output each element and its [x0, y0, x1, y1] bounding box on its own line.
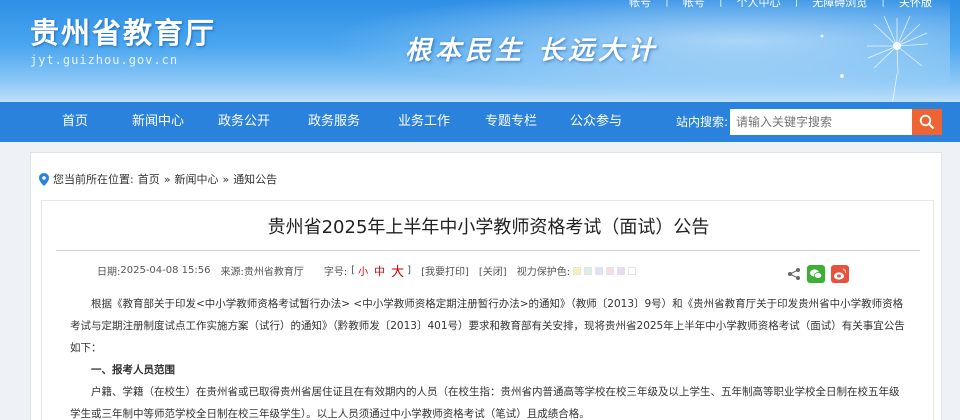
- site-header: 帐号 | 帐号 | 个人中心 | 无障碍浏览 | 关怀版 贵州省教育厅 jyt.…: [0, 0, 960, 102]
- publish-date: 2025-04-08 15:56: [120, 265, 211, 276]
- top-link-separator: |: [718, 0, 723, 7]
- article-meta: 日期: 2025-04-08 15:56 来源: 贵州省教育厅 字号: [ 小 …: [97, 261, 637, 280]
- font-large-button[interactable]: 大: [391, 261, 404, 280]
- article-body: 根据《教育部关于印发<中小学教师资格考试暂行办法> <中小学教师资格定期注册暂行…: [70, 293, 906, 420]
- site-name: 贵州省教育厅: [30, 16, 217, 50]
- main-nav: 首页 新闻中心 政务公开 政务服务 业务工作 专题专栏 公众参与 站内搜索:: [0, 102, 960, 142]
- nav-item-business[interactable]: 业务工作: [389, 102, 459, 142]
- article-paragraph: 户籍、学籍（在校生）在贵州省或已取得贵州省居住证且在有效期内的人员（在校生指：贵…: [70, 386, 900, 420]
- source-value: 贵州省教育厅: [243, 267, 304, 278]
- top-link[interactable]: 帐号: [621, 0, 659, 10]
- eye-color-swatch[interactable]: [584, 266, 593, 275]
- font-small-button[interactable]: 小: [358, 263, 368, 278]
- nav-item-gov-services[interactable]: 政务服务: [299, 102, 369, 142]
- breadcrumb-news[interactable]: 新闻中心: [174, 171, 218, 187]
- date-label: 日期:: [97, 267, 121, 278]
- article-title: 贵州省2025年上半年中小学教师资格考试（面试）公告: [267, 217, 710, 238]
- site-logo[interactable]: 贵州省教育厅 jyt.guizhou.gov.cn: [30, 10, 216, 67]
- eye-color-swatch[interactable]: [595, 266, 604, 275]
- content-panel: 您当前所在位置: 首页 » 新闻中心 » 通知公告 贵州省2025年上半年中小学…: [30, 152, 942, 420]
- search-label: 站内搜索:: [676, 115, 729, 129]
- search-input[interactable]: [730, 109, 912, 135]
- site-domain: jyt.guizhou.gov.cn: [30, 53, 179, 67]
- top-link[interactable]: 帐号: [675, 0, 713, 10]
- breadcrumb: 您当前所在位置: 首页 » 新闻中心 » 通知公告: [39, 171, 277, 187]
- location-pin-icon: [39, 172, 49, 186]
- eye-color-swatch[interactable]: [628, 266, 637, 275]
- bracket: [: [351, 265, 356, 276]
- eye-color-swatch[interactable]: [606, 266, 615, 275]
- top-link-separator: |: [665, 0, 669, 7]
- share-bar: [787, 265, 849, 283]
- source-label: 来源:: [220, 267, 244, 278]
- nav-item-home[interactable]: 首页: [50, 102, 100, 142]
- close-button[interactable]: [关闭]: [479, 263, 507, 278]
- top-link-separator: |: [794, 0, 799, 7]
- top-link[interactable]: 个人中心: [729, 0, 789, 10]
- dandelion-decoration: [820, 15, 929, 102]
- nav-item-public[interactable]: 公众参与: [561, 102, 631, 142]
- font-size-label: 字号:: [323, 267, 348, 278]
- title-divider: [56, 250, 920, 251]
- nav-item-topics[interactable]: 专题专栏: [476, 102, 546, 142]
- breadcrumb-home[interactable]: 首页: [138, 171, 160, 187]
- eye-protection-label: 视力保护色:: [516, 267, 571, 278]
- slogan: 根本民生 长远大计: [405, 36, 659, 66]
- article-paragraph: 根据《教育部关于印发<中小学教师资格考试暂行办法> <中小学教师资格定期注册暂行…: [70, 298, 905, 354]
- article: 贵州省2025年上半年中小学教师资格考试（面试）公告 日期: 2025-04-0…: [41, 200, 934, 420]
- print-button[interactable]: [我要打印]: [421, 263, 469, 278]
- breadcrumb-notices[interactable]: 通知公告: [233, 171, 277, 187]
- wechat-icon[interactable]: [807, 265, 825, 283]
- weibo-icon[interactable]: [831, 265, 849, 283]
- font-medium-button[interactable]: 中: [374, 263, 385, 279]
- share-icon[interactable]: [787, 267, 801, 281]
- breadcrumb-separator: »: [163, 172, 171, 186]
- section-heading: 一、报考人员范围: [91, 364, 175, 376]
- search-button[interactable]: [912, 109, 942, 135]
- breadcrumb-separator: »: [222, 172, 230, 186]
- eye-color-swatch[interactable]: [617, 266, 626, 275]
- bracket: ]: [407, 265, 412, 276]
- search-icon: [919, 114, 935, 130]
- breadcrumb-prefix: 您当前所在位置:: [53, 173, 134, 186]
- nav-item-gov-affairs[interactable]: 政务公开: [209, 102, 279, 142]
- nav-item-news[interactable]: 新闻中心: [123, 102, 193, 142]
- eye-color-swatch[interactable]: [573, 266, 582, 275]
